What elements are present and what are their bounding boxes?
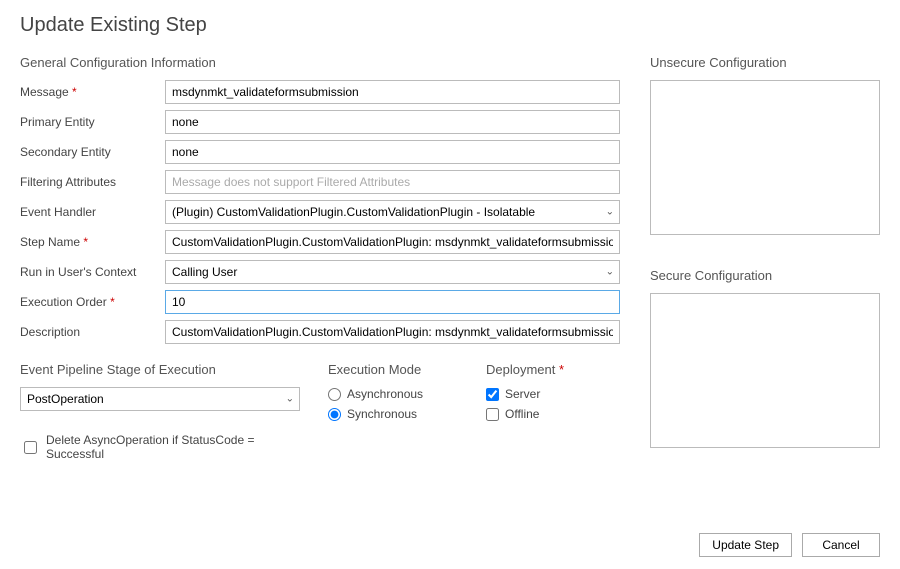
primary-entity-input[interactable] [165,110,620,134]
message-input[interactable] [165,80,620,104]
primary-entity-label: Primary Entity [20,115,165,129]
unsecure-heading: Unsecure Configuration [650,55,880,70]
run-context-label: Run in User's Context [20,265,165,279]
filtering-label: Filtering Attributes [20,175,165,189]
run-context-select[interactable] [165,260,620,284]
description-input[interactable] [165,320,620,344]
server-label: Server [505,387,540,401]
sync-label: Synchronous [347,407,417,421]
exec-mode-heading: Execution Mode [328,362,458,377]
step-name-label: Step Name * [20,235,165,249]
filtering-input [165,170,620,194]
exec-order-input[interactable] [165,290,620,314]
message-label: Message * [20,85,165,99]
secondary-entity-input[interactable] [165,140,620,164]
pipeline-select[interactable] [20,387,300,411]
cancel-button[interactable]: Cancel [802,533,880,557]
event-handler-label: Event Handler [20,205,165,219]
event-handler-select[interactable] [165,200,620,224]
description-label: Description [20,325,165,339]
general-heading: General Configuration Information [20,55,620,70]
delete-async-label: Delete AsyncOperation if StatusCode = Su… [46,433,300,461]
offline-label: Offline [505,407,539,421]
async-radio[interactable] [328,388,341,401]
async-label: Asynchronous [347,387,423,401]
secondary-entity-label: Secondary Entity [20,145,165,159]
offline-checkbox[interactable] [486,408,499,421]
unsecure-config-textarea[interactable] [650,80,880,235]
update-step-button[interactable]: Update Step [699,533,792,557]
secure-config-textarea[interactable] [650,293,880,448]
page-title: Update Existing Step [20,14,880,37]
sync-radio[interactable] [328,408,341,421]
step-name-input[interactable] [165,230,620,254]
deployment-heading: Deployment * [486,362,616,377]
exec-order-label: Execution Order * [20,295,165,309]
secure-heading: Secure Configuration [650,268,880,283]
server-checkbox[interactable] [486,388,499,401]
delete-async-checkbox[interactable] [24,441,37,454]
pipeline-heading: Event Pipeline Stage of Execution [20,362,300,377]
